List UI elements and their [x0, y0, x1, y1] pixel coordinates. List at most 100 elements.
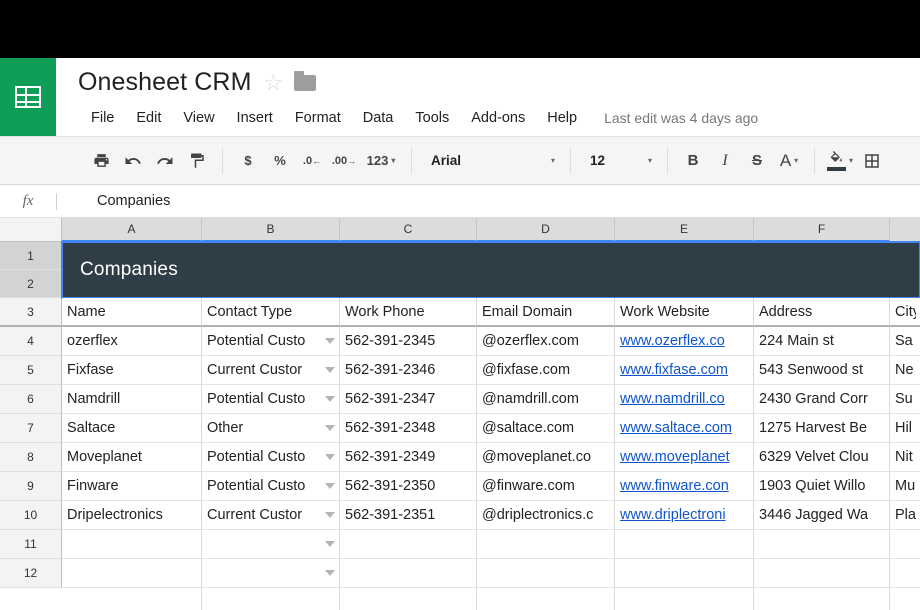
website-link[interactable]: www.ozerflex.co	[620, 333, 725, 349]
cell-work-website[interactable]	[615, 588, 754, 610]
cell-email-domain[interactable]: @moveplanet.co	[477, 443, 615, 472]
website-link[interactable]: www.namdrill.co	[620, 391, 725, 407]
print-icon[interactable]	[86, 146, 116, 176]
cell-email-domain[interactable]: @fixfase.com	[477, 356, 615, 385]
cell-name[interactable]: Finware	[62, 472, 202, 501]
font-family-select[interactable]: Arial ▾	[421, 146, 561, 176]
cell-name[interactable]	[62, 530, 202, 559]
cell-work-website[interactable]: www.finware.con	[615, 472, 754, 501]
menu-item-file[interactable]: File	[80, 106, 125, 130]
cell-address[interactable]: 6329 Velvet Clou	[754, 443, 890, 472]
cell-work-phone[interactable]: 562-391-2348	[340, 414, 477, 443]
cell-city[interactable]	[890, 530, 920, 559]
header-cell-name[interactable]: Name	[62, 298, 202, 327]
cell-email-domain[interactable]	[477, 559, 615, 588]
fill-color-button[interactable]: ▾	[825, 146, 855, 176]
cell-city[interactable]	[890, 588, 920, 610]
cell-work-phone[interactable]: 562-391-2347	[340, 385, 477, 414]
website-link[interactable]: www.moveplanet	[620, 449, 730, 465]
cell-address[interactable]: 1903 Quiet Willo	[754, 472, 890, 501]
column-header-f[interactable]: F	[754, 218, 890, 242]
cell-city[interactable]: Nit	[890, 443, 920, 472]
data-validation-arrow-icon[interactable]	[325, 541, 335, 547]
header-cell-work-phone[interactable]: Work Phone	[340, 298, 477, 327]
cell-work-website[interactable]: www.namdrill.co	[615, 385, 754, 414]
cell-name[interactable]	[62, 559, 202, 588]
cell-name[interactable]	[62, 588, 202, 610]
formula-input[interactable]: Companies	[57, 193, 170, 209]
cell-work-website[interactable]: www.moveplanet	[615, 443, 754, 472]
row-header-6[interactable]: 6	[0, 385, 62, 414]
data-validation-arrow-icon[interactable]	[325, 570, 335, 576]
text-color-button[interactable]: A ▾	[774, 146, 804, 176]
cell-city[interactable]: Pla	[890, 501, 920, 530]
cell-name[interactable]: Dripelectronics	[62, 501, 202, 530]
data-validation-arrow-icon[interactable]	[325, 512, 335, 518]
cell-contact-type[interactable]: Current Custor	[202, 501, 340, 530]
cell-address[interactable]	[754, 559, 890, 588]
cell-name[interactable]: Fixfase	[62, 356, 202, 385]
menu-item-tools[interactable]: Tools	[404, 106, 460, 130]
cell-work-phone[interactable]: 562-391-2346	[340, 356, 477, 385]
row-header-8[interactable]: 8	[0, 443, 62, 472]
cell-city[interactable]: Hil	[890, 414, 920, 443]
redo-icon[interactable]	[150, 146, 180, 176]
website-link[interactable]: www.saltace.com	[620, 420, 732, 436]
cell-work-website[interactable]: www.fixfase.com	[615, 356, 754, 385]
cell-work-phone[interactable]	[340, 588, 477, 610]
cell-contact-type[interactable]: Other	[202, 414, 340, 443]
header-cell-contact-type[interactable]: Contact Type	[202, 298, 340, 327]
cell-work-website[interactable]: www.ozerflex.co	[615, 327, 754, 356]
cell-work-website[interactable]: www.saltace.com	[615, 414, 754, 443]
percent-format-button[interactable]: %	[265, 146, 295, 176]
menu-item-view[interactable]: View	[172, 106, 225, 130]
cell-address[interactable]: 3446 Jagged Wa	[754, 501, 890, 530]
paint-format-icon[interactable]	[182, 146, 212, 176]
last-edit-status[interactable]: Last edit was 4 days ago	[604, 110, 758, 126]
cell-name[interactable]: Saltace	[62, 414, 202, 443]
row-header-3[interactable]: 3	[0, 298, 62, 327]
row-header-10[interactable]: 10	[0, 501, 62, 530]
data-validation-arrow-icon[interactable]	[325, 454, 335, 460]
header-cell-email-domain[interactable]: Email Domain	[477, 298, 615, 327]
more-formats-button[interactable]: 123 ▾	[361, 146, 401, 176]
cell-contact-type[interactable]: Current Custor	[202, 356, 340, 385]
star-outline-icon[interactable]: ☆	[264, 74, 282, 92]
cell-work-phone[interactable]: 562-391-2345	[340, 327, 477, 356]
cell-work-website[interactable]: www.driplectroni	[615, 501, 754, 530]
cell-work-phone[interactable]	[340, 530, 477, 559]
cell-work-website[interactable]	[615, 559, 754, 588]
companies-banner[interactable]: Companies	[62, 242, 920, 298]
menu-item-insert[interactable]: Insert	[226, 106, 284, 130]
cell-email-domain[interactable]: @ozerflex.com	[477, 327, 615, 356]
undo-icon[interactable]	[118, 146, 148, 176]
cell-name[interactable]: Moveplanet	[62, 443, 202, 472]
italic-button[interactable]: I	[710, 146, 740, 176]
menu-item-data[interactable]: Data	[352, 106, 405, 130]
column-header-c[interactable]: C	[340, 218, 477, 242]
increase-decimal-button[interactable]: .00→	[329, 146, 359, 176]
cell-contact-type[interactable]: Potential Custo	[202, 443, 340, 472]
currency-format-button[interactable]: $	[233, 146, 263, 176]
cell-work-phone[interactable]: 562-391-2351	[340, 501, 477, 530]
column-header-a[interactable]: A	[62, 218, 202, 242]
data-validation-arrow-icon[interactable]	[325, 483, 335, 489]
header-cell-address[interactable]: Address	[754, 298, 890, 327]
cell-address[interactable]: 1275 Harvest Be	[754, 414, 890, 443]
data-validation-arrow-icon[interactable]	[325, 367, 335, 373]
cell-address[interactable]	[754, 530, 890, 559]
cell-address[interactable]: 2430 Grand Corr	[754, 385, 890, 414]
data-validation-arrow-icon[interactable]	[325, 425, 335, 431]
cell-address[interactable]: 224 Main st	[754, 327, 890, 356]
cell-email-domain[interactable]: @driplectronics.c	[477, 501, 615, 530]
cell-email-domain[interactable]: @namdrill.com	[477, 385, 615, 414]
cell-contact-type[interactable]	[202, 530, 340, 559]
row-header-1[interactable]: 1	[0, 242, 62, 270]
website-link[interactable]: www.finware.con	[620, 478, 729, 494]
cell-city[interactable]: Sa	[890, 327, 920, 356]
cell-city[interactable]: Su	[890, 385, 920, 414]
cell-city[interactable]	[890, 559, 920, 588]
row-header-11[interactable]: 11	[0, 530, 62, 559]
header-cell-work-website[interactable]: Work Website	[615, 298, 754, 327]
cell-contact-type[interactable]	[202, 559, 340, 588]
